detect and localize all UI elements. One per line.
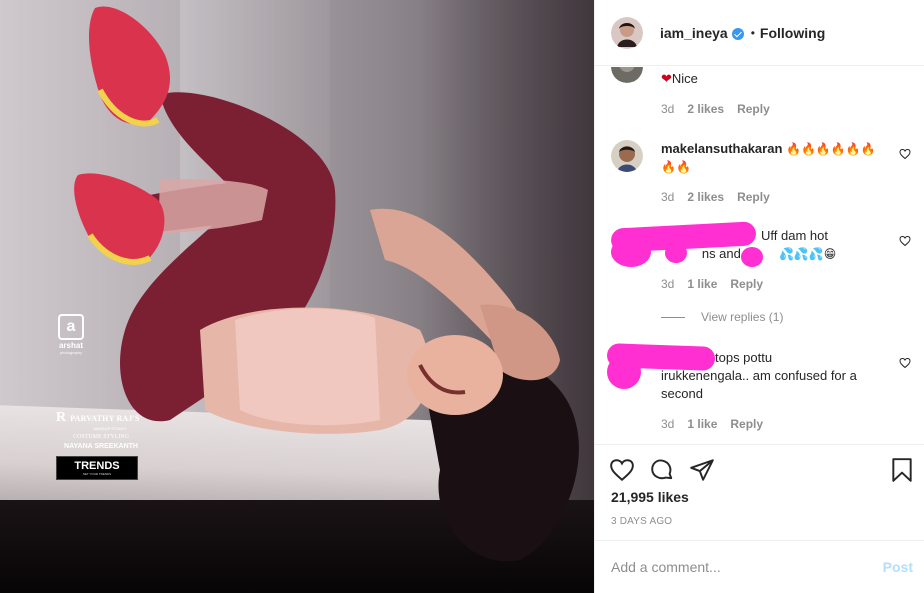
avatar[interactable] bbox=[611, 16, 643, 49]
comment-content-line1: tops pottu bbox=[715, 350, 773, 365]
comment-text: makelansuthakaran 🔥🔥🔥🔥🔥🔥🔥🔥 bbox=[661, 140, 881, 176]
photographer-logo-mark: a bbox=[58, 314, 84, 340]
comment-meta: 3d 1 like Reply bbox=[661, 277, 763, 291]
like-comment-heart-icon[interactable] bbox=[899, 148, 911, 160]
post-actions bbox=[595, 444, 924, 482]
makeup-studio: MAKEUP STUDIO bbox=[93, 426, 127, 431]
following-button[interactable]: Following bbox=[760, 25, 825, 41]
comment-emojis: 💦💦💦😁 bbox=[778, 247, 837, 261]
reply-button[interactable]: Reply bbox=[737, 190, 770, 204]
comment-likes[interactable]: 1 like bbox=[687, 417, 717, 431]
comment-content-line1: Uff dam hot bbox=[761, 228, 828, 243]
like-heart-icon[interactable] bbox=[609, 457, 635, 483]
view-replies-label: View replies (1) bbox=[701, 310, 784, 324]
bookmark-save-icon[interactable] bbox=[889, 457, 915, 483]
comment-likes[interactable]: 2 likes bbox=[687, 190, 724, 204]
comment-text-rest: irukkenengala.. am confused for a second bbox=[661, 368, 857, 401]
post-header: iam_ineya • Following bbox=[595, 0, 924, 66]
add-comment-input[interactable] bbox=[611, 559, 861, 575]
comment-time: 3d bbox=[661, 417, 675, 431]
photographer-name: arshat bbox=[58, 341, 83, 350]
comment-meta: 3d 2 likes Reply bbox=[661, 190, 770, 204]
comment-bubble-icon[interactable] bbox=[649, 457, 675, 483]
makeup-name: PARVATHY RAJ'S bbox=[70, 413, 140, 423]
post-photo[interactable]: a arshat photography R PARVATHY RAJ'S MA… bbox=[0, 0, 594, 593]
makeup-initials: R bbox=[56, 410, 67, 425]
replies-divider bbox=[661, 316, 685, 318]
comment-likes[interactable]: 1 like bbox=[687, 277, 717, 291]
post-comment-button[interactable]: Post bbox=[883, 559, 913, 575]
brand-sub: SET YOUR TRENDS bbox=[82, 472, 112, 476]
brand-logo: TRENDS SET YOUR TRENDS bbox=[56, 456, 138, 480]
comments-list[interactable]: ❤Nice 3d 2 likes Reply makelansuthakaran bbox=[595, 67, 924, 444]
comment-text: Uff dam hot bbox=[761, 227, 901, 245]
add-comment-bar: Post bbox=[595, 540, 924, 593]
comment-likes[interactable]: 2 likes bbox=[687, 102, 724, 116]
comment-avatar[interactable] bbox=[611, 67, 643, 83]
stylist-name: NAYANA SREEKANTH bbox=[64, 443, 138, 450]
photo-figure bbox=[74, 6, 579, 562]
reply-button[interactable]: Reply bbox=[737, 102, 770, 116]
like-comment-heart-icon[interactable] bbox=[899, 357, 911, 369]
comment-text: tops pottu bbox=[715, 349, 895, 367]
post-username[interactable]: iam_ineya bbox=[660, 25, 728, 41]
red-heart-icon: ❤ bbox=[661, 71, 672, 86]
share-send-icon[interactable] bbox=[689, 457, 715, 483]
likes-count[interactable]: 21,995 likes bbox=[611, 489, 689, 505]
photographer-logo: a arshat photography bbox=[56, 314, 86, 355]
comment-meta: 3d 1 like Reply bbox=[661, 417, 763, 431]
reply-button[interactable]: Reply bbox=[730, 277, 763, 291]
comment-text: ❤Nice bbox=[661, 70, 881, 88]
comment-avatar[interactable] bbox=[611, 140, 643, 172]
comment-username[interactable]: makelansuthakaran bbox=[661, 141, 782, 156]
photographer-sub: photography bbox=[59, 350, 83, 355]
comment-content: Nice bbox=[671, 71, 698, 86]
post-sidebar: iam_ineya • Following ❤Nice 3d 2 likes R… bbox=[594, 0, 924, 593]
like-comment-heart-icon[interactable] bbox=[899, 235, 911, 247]
header-separator: • bbox=[750, 25, 755, 40]
comment-time: 3d bbox=[661, 190, 675, 204]
verified-badge-icon bbox=[731, 27, 744, 40]
comment-time: 3d bbox=[661, 102, 675, 116]
redaction-mark bbox=[741, 247, 763, 267]
comment-meta: 3d 2 likes Reply bbox=[661, 102, 770, 116]
redaction-mark bbox=[607, 355, 641, 389]
reply-button[interactable]: Reply bbox=[730, 417, 763, 431]
photo-credits: R PARVATHY RAJ'S MAKEUP STUDIO COSTUME S… bbox=[56, 410, 146, 480]
comment-time: 3d bbox=[661, 277, 675, 291]
brand-name: TRENDS bbox=[74, 460, 120, 472]
view-replies-button[interactable]: View replies (1) bbox=[661, 310, 783, 324]
redaction-mark bbox=[665, 243, 687, 263]
styling-label: COSTUME STYLING bbox=[73, 434, 129, 440]
redaction-mark bbox=[611, 237, 651, 267]
posted-time[interactable]: 3 DAYS AGO bbox=[611, 516, 672, 527]
